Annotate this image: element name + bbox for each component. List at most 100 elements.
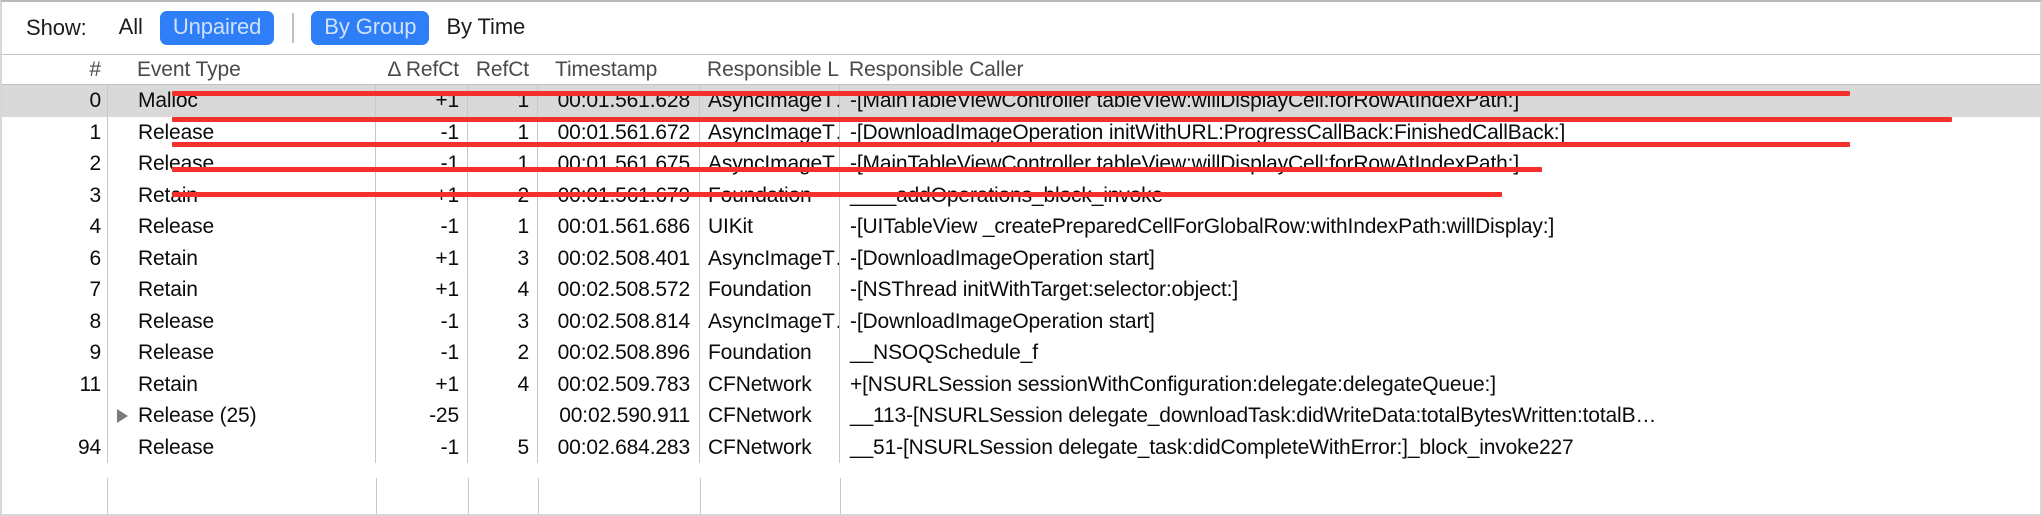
row-cell-delta-refct: -1: [375, 305, 467, 337]
column-header-refct[interactable]: RefCt: [467, 58, 537, 82]
row-cell-responsible-library: Foundation: [699, 337, 839, 369]
row-cell-number: [2, 400, 107, 432]
table-row[interactable]: Release (25) -25 00:02.590.911 CFNetwork __1…: [2, 400, 2040, 432]
row-cell-responsible-library: Foundation: [699, 274, 839, 306]
table-row[interactable]: 4 Release -1 1 00:01.561.686 UIKit -[UITableVi…: [2, 211, 2040, 243]
row-cell-timestamp: 00:01.561.686: [537, 211, 699, 243]
table-row[interactable]: 8Release-1300:02.508.814AsyncImageT…-[Do…: [2, 305, 2040, 337]
row-cell-refct: 1: [467, 148, 537, 180]
row-cell-timestamp: 00:01.561.672: [537, 116, 699, 148]
row-cell-delta-refct: +1: [375, 85, 467, 117]
row-cell-delta-refct: -1: [375, 116, 467, 148]
row-cell-refct: 3: [467, 305, 537, 337]
row-cell-responsible-caller: +[NSURLSession sessionWithConfiguration:…: [839, 368, 2040, 400]
column-header-number[interactable]: #: [2, 58, 107, 82]
disclosure-triangle-icon[interactable]: [117, 409, 128, 423]
row-cell-refct: 2: [467, 179, 537, 211]
row-cell-event-type: Release: [107, 211, 375, 243]
column-rule: [376, 478, 377, 514]
row-cell-refct: 4: [467, 274, 537, 306]
table-row[interactable]: 0 Malloc+1100:01.561.628AsyncImageT…-[Mai…: [2, 85, 2040, 117]
row-cell-event-type: Release (25): [107, 400, 375, 432]
row-cell-refct: 4: [467, 368, 537, 400]
row-cell-timestamp: 00:01.561.679: [537, 179, 699, 211]
row-cell-responsible-library: AsyncImageT…: [699, 116, 839, 148]
row-cell-responsible-library: AsyncImageT…: [699, 85, 839, 117]
row-cell-number: 4: [89, 215, 101, 238]
row-cell-timestamp: 00:02.590.911: [537, 400, 699, 432]
row-cell-refct: 1: [467, 85, 537, 117]
row-cell-responsible-caller: ____addOperations_block_invoke: [839, 179, 2040, 211]
row-cell-number: 3: [89, 183, 101, 207]
group-by-group-button[interactable]: By Group: [311, 11, 430, 45]
column-rule: [700, 478, 701, 514]
row-cell-responsible-library: CFNetwork: [699, 400, 839, 432]
row-cell-event-type: Release: [107, 116, 375, 148]
table-row[interactable]: 9 Release -1 2 00:02.508.896 Foundation __NSOQ…: [2, 337, 2040, 369]
column-header-timestamp[interactable]: Timestamp: [537, 58, 699, 82]
row-cell-timestamp: 00:02.508.814: [537, 305, 699, 337]
row-cell-responsible-caller: -[DownloadImageOperation start]: [839, 305, 2040, 337]
column-header-delta-refct[interactable]: Δ RefCt: [375, 58, 467, 82]
row-cell-timestamp: 00:01.561.675: [537, 148, 699, 180]
column-header-responsible-caller[interactable]: Responsible Caller: [839, 58, 2040, 82]
row-cell-timestamp: 00:02.508.896: [537, 337, 699, 369]
table-empty-area: [107, 478, 2040, 514]
row-cell-delta-refct: -1: [375, 148, 467, 180]
row-cell-timestamp: 00:02.509.783: [537, 368, 699, 400]
row-cell-event-type: Retain: [107, 179, 375, 211]
table-row[interactable]: 6Retain+1300:02.508.401AsyncImageT…-[Dow…: [2, 242, 2040, 274]
row-cell-event-type-label: Release (25): [138, 404, 257, 427]
row-cell-responsible-caller: __113-[NSURLSession delegate_downloadTas…: [839, 400, 2040, 432]
row-cell-responsible-caller: -[DownloadImageOperation initWithURL:Pro…: [839, 116, 2040, 148]
row-cell-number: 1: [89, 120, 101, 144]
row-cell-timestamp: 00:02.508.572: [537, 274, 699, 306]
row-cell-responsible-caller: __NSOQSchedule_f: [839, 337, 2040, 369]
row-cell-delta-refct: -1: [375, 337, 467, 369]
row-cell-event-type: Retain: [107, 274, 375, 306]
column-rules: [108, 478, 2040, 514]
group-by-time-button[interactable]: By Time: [433, 11, 538, 44]
row-cell-refct: 1: [467, 116, 537, 148]
row-cell-refct: [467, 400, 537, 432]
row-cell-responsible-library: AsyncImageT…: [699, 148, 839, 180]
table-row[interactable]: 11 Retain +1 4 00:02.509.783 CFNetwork +[NSURL…: [2, 368, 2040, 400]
row-cell-delta-refct: -1: [375, 431, 467, 463]
row-cell-responsible-library: AsyncImageT…: [699, 242, 839, 274]
row-cell-number: 94: [77, 435, 101, 459]
row-cell-responsible-caller: -[DownloadImageOperation start]: [839, 242, 2040, 274]
row-cell-timestamp: 00:01.561.628: [537, 85, 699, 117]
row-cell-event-type: Retain: [107, 368, 375, 400]
filter-unpaired-button[interactable]: Unpaired: [159, 11, 275, 45]
row-cell-responsible-library: UIKit: [699, 211, 839, 243]
show-label: Show:: [26, 15, 87, 40]
row-cell-number: 8: [89, 309, 101, 333]
events-table: # Event Type Δ RefCt RefCt Timestamp Res…: [2, 55, 2040, 463]
row-cell-event-type: Release: [107, 431, 375, 463]
row-cell-delta-refct: +1: [375, 242, 467, 274]
toolbar-divider: [292, 13, 295, 43]
filter-all-button[interactable]: All: [106, 11, 156, 44]
row-cell-refct: 1: [467, 211, 537, 243]
row-cell-responsible-caller: -[MainTableViewController tableView:will…: [839, 85, 2040, 117]
table-row[interactable]: 1Release-1100:01.561.672AsyncImageT…-[Do…: [2, 116, 2040, 148]
row-cell-delta-refct: +1: [375, 274, 467, 306]
row-cell-event-type: Release: [107, 337, 375, 369]
row-cell-refct: 2: [467, 337, 537, 369]
table-row[interactable]: 7 Retain +1 4 00:02.508.572 Foundation -[NSThr…: [2, 274, 2040, 306]
column-rule: [840, 478, 841, 514]
row-cell-number: 11: [79, 372, 102, 396]
table-row[interactable]: 94 Release -1 5 00:02.684.283 CFNetwork __51-[…: [2, 431, 2040, 463]
column-rule: [538, 478, 539, 514]
column-header-event-type[interactable]: Event Type: [107, 58, 375, 82]
column-rule: [468, 478, 469, 514]
reference-count-events-window: Show: All Unpaired By Group By Time # Ev…: [0, 0, 2042, 516]
column-header-responsible-library[interactable]: Responsible L…: [699, 58, 839, 82]
table-row[interactable]: 3 Retain +1 2 00:01.561.679 Foundation ____add…: [2, 179, 2040, 211]
table-body: 0Malloc+1100:01.561.628AsyncImageT…-[Mai…: [2, 85, 2040, 463]
table-header-row: # Event Type Δ RefCt RefCt Timestamp Res…: [2, 55, 2040, 85]
row-cell-refct: 3: [467, 242, 537, 274]
row-cell-timestamp: 00:02.684.283: [537, 431, 699, 463]
row-cell-responsible-library: AsyncImageT…: [699, 305, 839, 337]
table-row[interactable]: 2 Release-1100:01.561.675AsyncImageT…-[Ma…: [2, 148, 2040, 180]
